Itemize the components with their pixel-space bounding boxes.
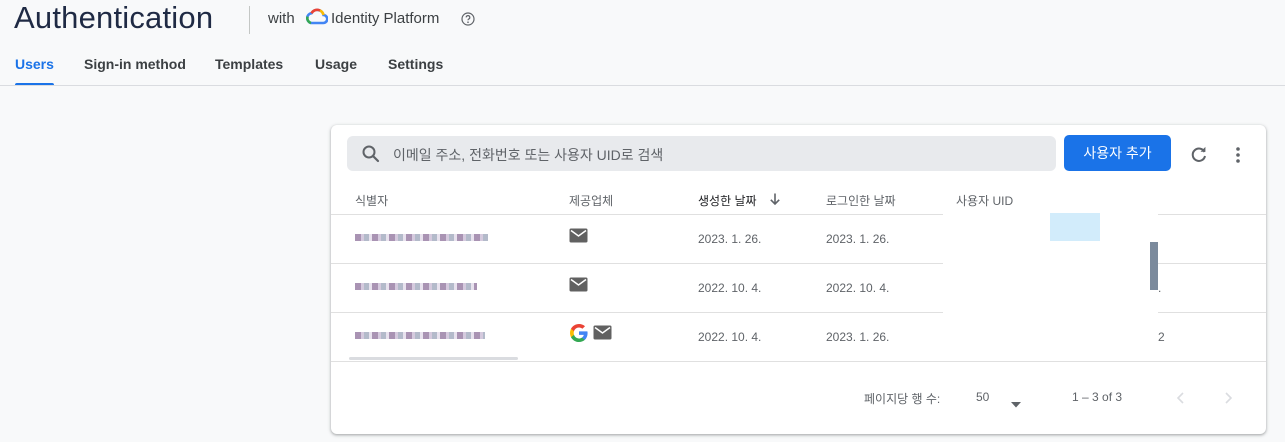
tab-templates[interactable]: Templates	[215, 56, 283, 86]
column-header-created[interactable]: 생성한 날짜	[698, 192, 757, 209]
tab-settings[interactable]: Settings	[388, 56, 443, 86]
rows-per-page-select[interactable]: 50	[976, 390, 989, 404]
search-input[interactable]	[391, 136, 1045, 173]
pagination-range: 1 – 3 of 3	[1072, 390, 1123, 404]
horizontal-scrollbar[interactable]	[349, 357, 518, 360]
google-icon	[569, 323, 589, 348]
uid-redaction-highlight	[1050, 213, 1100, 241]
identifier-redacted	[355, 332, 485, 339]
mail-icon	[569, 277, 588, 297]
rows-per-page-label: 페이지당 행 수:	[864, 392, 941, 406]
page-title: Authentication	[14, 0, 214, 35]
sort-descending-icon[interactable]	[769, 192, 781, 211]
google-cloud-logo-icon	[305, 8, 329, 31]
search-icon	[361, 144, 381, 169]
uid-redaction-bar	[1150, 242, 1158, 290]
platform-name: Identity Platform	[331, 10, 440, 27]
title-divider	[249, 6, 250, 34]
column-header-identifier[interactable]: 식별자	[355, 192, 388, 209]
tab-bar: Users Sign-in method Templates Usage Set…	[0, 56, 1285, 86]
tabs-divider	[0, 85, 1285, 86]
column-header-signed-in[interactable]: 로그인한 날짜	[826, 192, 896, 209]
with-label: with	[268, 10, 295, 27]
mail-icon	[593, 325, 612, 345]
created-date: 2023. 1. 26.	[698, 232, 762, 246]
tab-sign-in-method[interactable]: Sign-in method	[84, 56, 186, 86]
created-date: 2022. 10. 4.	[698, 330, 762, 344]
created-date: 2022. 10. 4.	[698, 281, 762, 295]
more-options-icon[interactable]	[1228, 145, 1248, 170]
uid-value: 2	[1158, 330, 1165, 344]
add-user-button[interactable]: 사용자 추가	[1064, 135, 1171, 171]
mail-icon	[569, 228, 588, 248]
signed-in-date: 2023. 1. 26.	[826, 330, 890, 344]
signed-in-date: 2023. 1. 26.	[826, 232, 890, 246]
tab-users[interactable]: Users	[15, 56, 54, 86]
next-page-icon[interactable]	[1220, 390, 1236, 411]
column-header-provider[interactable]: 제공업체	[569, 192, 613, 209]
refresh-icon[interactable]	[1189, 145, 1209, 170]
dropdown-arrow-icon[interactable]	[1011, 395, 1021, 413]
identifier-redacted	[355, 234, 488, 241]
uid-value: .	[1158, 281, 1162, 295]
search-bar	[347, 136, 1056, 173]
column-header-uid[interactable]: 사용자 UID	[956, 192, 1013, 209]
identifier-redacted	[355, 283, 477, 290]
signed-in-date: 2022. 10. 4.	[826, 281, 890, 295]
tab-usage[interactable]: Usage	[315, 56, 357, 86]
help-icon[interactable]	[461, 12, 475, 31]
users-table-card: 사용자 추가 식별자 제공업체 생성한 날짜 로그인한 날짜 사용자 UID	[331, 125, 1266, 434]
previous-page-icon[interactable]	[1173, 390, 1189, 411]
row-divider	[331, 361, 1266, 362]
